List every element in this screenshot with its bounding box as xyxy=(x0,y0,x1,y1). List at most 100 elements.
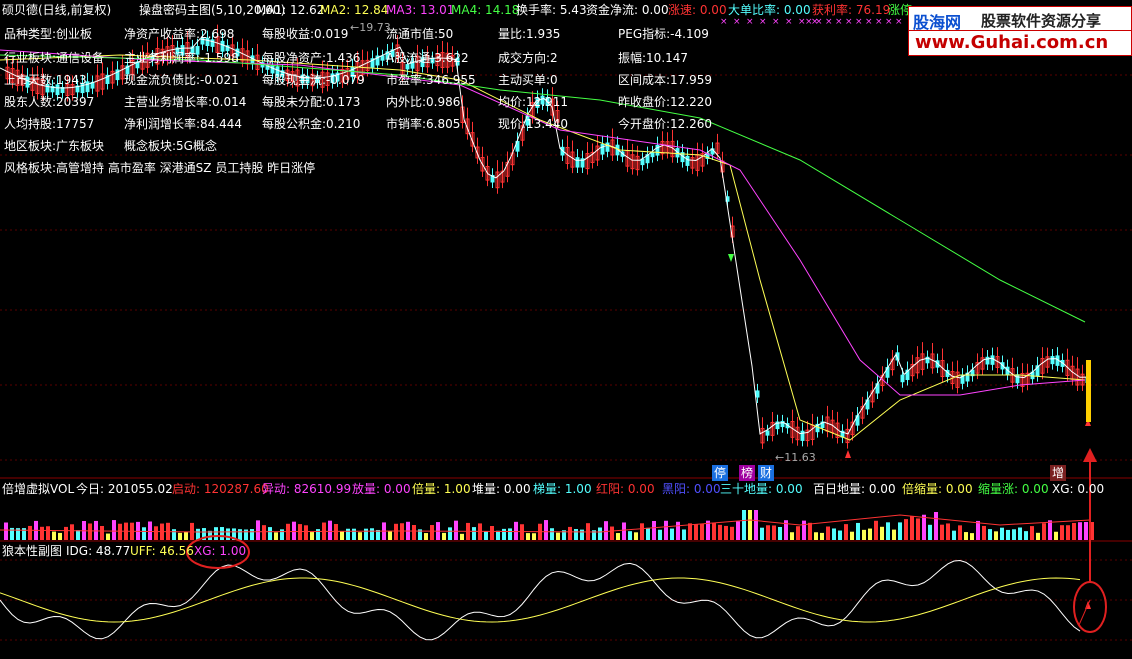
signal-x-marker: × xyxy=(845,17,853,27)
volume-bar xyxy=(70,524,74,540)
volume-today: 今日: 201055.02 xyxy=(76,482,173,496)
candle-body xyxy=(1015,374,1020,384)
volume-bar xyxy=(646,527,650,540)
volume-bar xyxy=(544,520,548,540)
volume-bar xyxy=(1078,522,1082,540)
volume-bar xyxy=(226,528,230,540)
info-item: 市销率:6.805 xyxy=(386,117,461,131)
volume-bar xyxy=(790,532,794,540)
volume-bar xyxy=(364,528,368,540)
volume-bar xyxy=(718,524,722,540)
info-item: 每股净资产:1.436 xyxy=(262,51,361,65)
volume-bar xyxy=(916,518,920,540)
site-logo[interactable]: 股海网 股票软件资源分享 xyxy=(908,6,1132,32)
candle-body xyxy=(685,155,690,166)
candle-body xyxy=(990,355,995,365)
big-order-ratio: 大单比率: 0.00 xyxy=(728,3,811,17)
volume-bar xyxy=(472,527,476,540)
holding-increase-marker[interactable]: 增 xyxy=(1050,465,1067,481)
info-item: 每股未分配:0.173 xyxy=(262,95,361,109)
volume-bar xyxy=(622,522,626,540)
signal-x-marker: × xyxy=(805,17,813,27)
profit-rate: 获利率: 76.19 xyxy=(812,3,891,17)
volume-bar xyxy=(394,523,398,540)
volume-bar xyxy=(64,526,68,540)
volume-bar xyxy=(658,529,662,540)
candle-body xyxy=(640,158,645,166)
volume-bar xyxy=(484,531,488,540)
volume-bar xyxy=(1066,525,1070,540)
sub-indicator-name[interactable]: 狼本性副图 xyxy=(2,543,62,559)
info-item: 上市天数:1943 xyxy=(4,73,87,87)
volume-bar xyxy=(856,522,860,540)
volume-bar xyxy=(652,520,656,540)
signal-x-marker: × xyxy=(785,17,793,27)
volume-beiliang: 倍量: 1.00 xyxy=(412,482,471,496)
volume-fangliang: 放量: 0.00 xyxy=(352,482,411,496)
volume-bar xyxy=(766,525,770,540)
volume-bar xyxy=(682,529,686,540)
sub-uff: UFF: 46.56 xyxy=(130,544,194,558)
info-item: 每股公积金:0.210 xyxy=(262,117,361,131)
volume-beisuo: 倍缩量: 0.00 xyxy=(902,482,973,496)
info-item: 现价:13.440 xyxy=(498,117,569,131)
volume-bar xyxy=(502,528,506,540)
volume-bar xyxy=(358,532,362,540)
volume-bar xyxy=(1024,531,1028,540)
volume-bar xyxy=(118,523,122,540)
volume-bar xyxy=(106,533,110,540)
volume-bar xyxy=(802,520,806,540)
volume-bar xyxy=(532,533,536,540)
finance-marker[interactable]: 财 xyxy=(758,465,775,481)
volume-bar xyxy=(796,526,800,540)
volume-bar xyxy=(868,528,872,540)
volume-bar xyxy=(454,520,458,540)
volume-bar xyxy=(910,515,914,540)
volume-bar xyxy=(1012,529,1016,540)
volume-bar xyxy=(994,531,998,540)
volume-bar xyxy=(556,532,560,540)
volume-bar xyxy=(808,522,812,540)
price-speed: 涨速: 0.00 xyxy=(668,3,727,17)
volume-bar xyxy=(316,529,320,540)
stock-title: 硕贝德(日线,前复权) xyxy=(2,3,112,17)
net-capital-flow: 资金净流: 0.00 xyxy=(586,3,669,17)
site-url-banner[interactable]: www.Guhai.com.cn xyxy=(908,30,1132,56)
volume-heiyang: 黑阳: 0.00 xyxy=(662,482,721,496)
volume-baiyi-diliang: 百日地量: 0.00 xyxy=(813,482,896,496)
volume-bar xyxy=(700,523,704,540)
candle-body xyxy=(900,374,905,383)
volume-qidong: 启动: 120287.60 xyxy=(172,482,269,496)
volume-bar xyxy=(874,520,878,540)
highlight-arrow-head xyxy=(1083,448,1097,462)
volume-bar xyxy=(574,529,578,540)
volume-bar xyxy=(898,522,902,540)
volume-bar xyxy=(178,532,182,540)
dragon-list-marker[interactable]: 榜 xyxy=(739,465,756,481)
volume-xg: XG: 0.00 xyxy=(1052,482,1105,496)
volume-bar xyxy=(640,523,644,540)
volume-bar xyxy=(940,524,944,540)
volume-bar xyxy=(508,528,512,540)
signal-x-marker: × xyxy=(895,17,903,27)
info-item: 今开盘价:12.260 xyxy=(618,117,713,131)
volume-bar xyxy=(754,510,758,540)
ma2-value: MA2: 12.84 xyxy=(320,3,389,17)
volume-bar xyxy=(850,531,854,540)
candle-body xyxy=(1050,356,1055,365)
volume-bar xyxy=(778,527,782,540)
volume-bar xyxy=(838,530,842,540)
halt-marker[interactable]: 停 xyxy=(712,465,729,481)
volume-bar xyxy=(988,529,992,540)
info-item: 流通市值:50 xyxy=(386,27,454,41)
candle-body xyxy=(600,143,605,155)
highlight-pointer xyxy=(1078,599,1091,626)
volume-bar xyxy=(1048,520,1052,540)
volume-indicator-name[interactable]: 倍增虚拟VOL xyxy=(2,481,74,497)
signal-x-marker: × xyxy=(875,17,883,27)
volume-bar xyxy=(814,532,818,540)
sub-xg: XG: 1.00 xyxy=(194,544,247,558)
volume-bar xyxy=(580,529,584,540)
volume-bar xyxy=(172,529,176,540)
volume-bar xyxy=(736,521,740,540)
